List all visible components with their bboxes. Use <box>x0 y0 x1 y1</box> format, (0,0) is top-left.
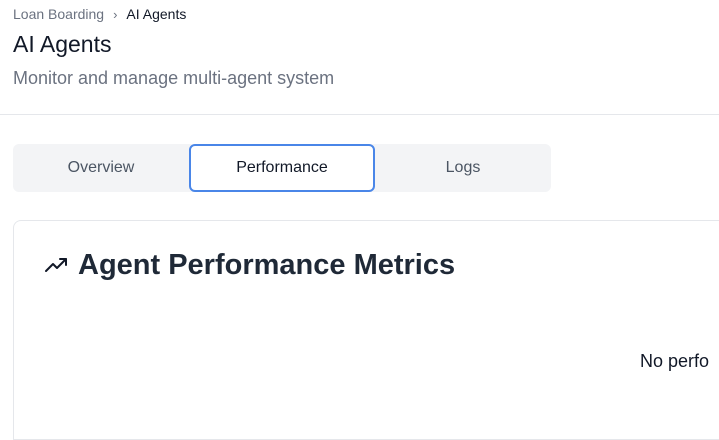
breadcrumb-separator-icon: › <box>113 6 118 22</box>
tab-performance[interactable]: Performance <box>189 144 375 192</box>
breadcrumb-loan-boarding-link[interactable]: Loan Boarding <box>13 6 104 22</box>
empty-state-message: No perfo <box>640 351 710 371</box>
page-subtitle: Monitor and manage multi-agent system <box>13 68 335 88</box>
page-title: AI Agents <box>13 31 112 57</box>
tab-list: Overview Performance Logs <box>13 144 551 192</box>
tab-overview[interactable]: Overview <box>13 144 189 192</box>
performance-metrics-card: Agent Performance Metrics No perfo <box>13 220 719 440</box>
breadcrumb-current: AI Agents <box>126 6 187 22</box>
card-title: Agent Performance Metrics <box>78 249 456 281</box>
page-header: Loan Boarding › AI Agents AI Agents Moni… <box>0 0 719 115</box>
card-header: Agent Performance Metrics <box>44 249 455 282</box>
tab-logs[interactable]: Logs <box>375 144 551 192</box>
breadcrumb: Loan Boarding › AI Agents <box>13 6 186 22</box>
trending-up-icon <box>44 254 68 278</box>
